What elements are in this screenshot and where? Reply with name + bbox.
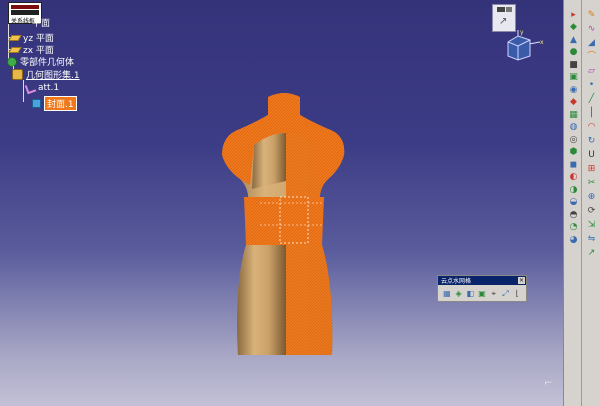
c-icon[interactable]: ▲ xyxy=(567,34,580,46)
svg-text:y: y xyxy=(520,29,524,36)
plane-icon[interactable]: ▱ xyxy=(585,65,598,77)
view-cube-face xyxy=(497,7,505,12)
tree-node-plane[interactable]: 平面 xyxy=(32,16,50,29)
specification-tree: 关系线框 平面 yz 平面 zx 平面 零部件几何体 几何图形集.1 att.1… xyxy=(4,2,124,122)
rot-icon[interactable]: ⟳ xyxy=(585,205,598,217)
plane-icon xyxy=(8,46,22,53)
geometrical-set-icon xyxy=(12,69,23,80)
l-icon[interactable]: ⬢ xyxy=(567,147,580,159)
r-icon[interactable]: ◔ xyxy=(567,222,580,234)
d-icon[interactable]: ● xyxy=(567,47,580,59)
tree-node-hybrid-body[interactable]: 零部件几何体 xyxy=(7,55,74,68)
ext-icon[interactable]: ⊞ xyxy=(585,163,598,175)
hybrid-body-label: 零部件几何体 xyxy=(20,58,75,68)
tree-line xyxy=(23,80,24,102)
fill-icon xyxy=(32,99,41,108)
mirror-icon[interactable]: ⇋ xyxy=(585,233,598,245)
sweep-icon[interactable]: ↻ xyxy=(585,135,598,147)
curve-icon[interactable]: ∿ xyxy=(585,23,598,35)
surface-icon[interactable]: ◢ xyxy=(585,37,598,49)
axis-triad-icon: ⌐ xyxy=(544,378,553,389)
axis-icon[interactable]: │ xyxy=(585,107,598,119)
mesh-cleaner-icon[interactable]: ◧ xyxy=(465,288,475,299)
trim-icon[interactable]: ✂ xyxy=(585,177,598,189)
j-icon[interactable]: ◍ xyxy=(567,122,580,134)
hybrid-body-icon xyxy=(7,56,17,67)
toolbar-title-bar[interactable]: 云点水网格 × xyxy=(438,276,526,285)
n-icon[interactable]: ◐ xyxy=(567,172,580,184)
mannequin-mesh-model[interactable] xyxy=(210,85,360,365)
a-icon[interactable]: ▸ xyxy=(567,9,580,21)
geometrical-set-label: 几何图形集.1 xyxy=(26,71,80,81)
sketch-icon[interactable]: ✎ xyxy=(585,9,598,21)
s-icon[interactable]: ◕ xyxy=(567,234,580,246)
k-icon[interactable]: ◎ xyxy=(567,134,580,146)
mesh-creation-icon[interactable]: ▦ xyxy=(442,288,452,299)
curve-icon xyxy=(24,82,37,94)
color-swatch-red xyxy=(11,5,39,9)
toolbar-title: 云点水网格 xyxy=(441,278,472,285)
blend-icon[interactable]: ◠ xyxy=(585,121,598,133)
b-icon[interactable]: ◆ xyxy=(567,22,580,34)
tree-node-att[interactable]: att.1 xyxy=(24,82,60,94)
att-label: att.1 xyxy=(38,83,60,93)
compass-area[interactable]: ↗ y x xyxy=(490,2,550,62)
split-icon[interactable]: ⌊ xyxy=(512,288,522,299)
e-icon[interactable]: ■ xyxy=(567,59,580,71)
mesh-smooth-icon[interactable]: ◈ xyxy=(454,288,464,299)
cloud-mesh-toolbar[interactable]: 云点水网格 × ▦ ◈ ◧ ▣ ⌖ ⤢ ⌊ xyxy=(437,275,527,302)
m-icon[interactable]: ◼ xyxy=(567,159,580,171)
arrow-icon[interactable]: ↗ xyxy=(585,247,598,259)
point-icon[interactable]: • xyxy=(585,79,598,91)
h-icon[interactable]: ◆ xyxy=(567,97,580,109)
plane-icon xyxy=(8,34,22,41)
svg-text:x: x xyxy=(540,39,544,46)
f-icon[interactable]: ▣ xyxy=(567,72,580,84)
mesh-offset-icon[interactable]: ⌖ xyxy=(489,288,499,299)
plane-label: 平面 xyxy=(32,19,51,29)
join-icon[interactable]: ⊕ xyxy=(585,191,598,203)
o-icon[interactable]: ◑ xyxy=(567,184,580,196)
offset-icon[interactable]: ⌒ xyxy=(585,51,598,63)
color-swatch-black xyxy=(11,10,39,15)
p-icon[interactable]: ◒ xyxy=(567,197,580,209)
i-icon[interactable]: ▦ xyxy=(567,109,580,121)
flip-edges-icon[interactable]: ⤢ xyxy=(501,288,511,299)
scale-icon[interactable]: ⇲ xyxy=(585,219,598,231)
tree-node-fill[interactable]: 封面.1 xyxy=(32,96,77,111)
line-icon[interactable]: ╱ xyxy=(585,93,598,105)
view-cube-face xyxy=(506,7,512,12)
u-icon[interactable]: U xyxy=(585,149,598,161)
close-icon[interactable]: × xyxy=(518,277,525,284)
g-icon[interactable]: ◉ xyxy=(567,84,580,96)
compass-arrow-icon: ↗ xyxy=(499,16,508,27)
q-icon[interactable]: ◓ xyxy=(567,209,580,221)
decimate-icon[interactable]: ▣ xyxy=(477,288,487,299)
fill-label: 封面.1 xyxy=(44,96,77,111)
toolbar-separator xyxy=(581,0,582,406)
compass-icon[interactable]: y x xyxy=(502,28,546,62)
